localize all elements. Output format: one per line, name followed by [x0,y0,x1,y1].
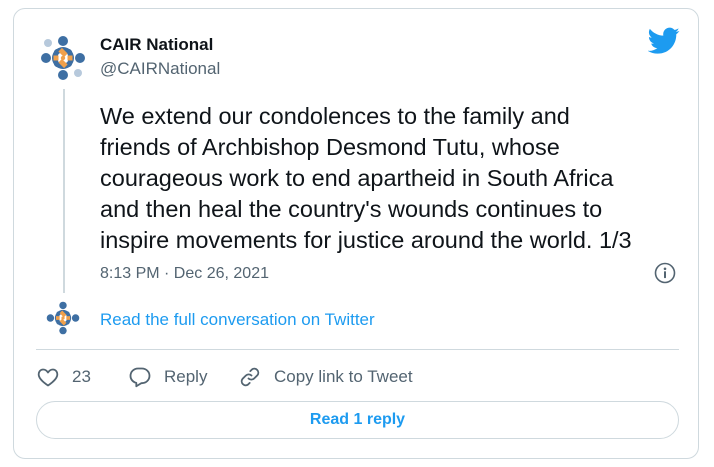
thread-connector-line [63,89,65,293]
author-avatar[interactable] [36,31,90,85]
tweet-text-line: courageous work to end apartheid in Sout… [100,165,614,191]
tweet-card: CAIR National @CAIRNational We extend ou… [13,8,699,459]
copy-link-label: Copy link to Tweet [274,367,413,386]
author-display-name[interactable]: CAIR National [100,35,213,55]
tweet-timestamp[interactable]: 8:13 PM · Dec 26, 2021 [100,264,269,284]
reply-label: Reply [164,367,208,386]
tweet-text-line: inspire movements for justice around the… [100,227,632,253]
author-handle[interactable]: @CAIRNational [100,59,220,79]
read-full-conversation-link[interactable]: Read the full conversation on Twitter [100,310,375,330]
like-count: 23 [72,367,91,386]
tweet-text: We extend our condolences to the family … [100,101,690,256]
conversation-avatar[interactable] [43,298,83,338]
info-icon[interactable] [654,262,676,284]
reply-button[interactable]: Reply [128,365,207,389]
heart-icon [37,368,59,387]
speech-bubble-icon [129,367,151,388]
tweet-text-line: friends of Archbishop Desmond Tutu, whos… [100,134,560,160]
divider [36,349,679,350]
tweet-text-line: We extend our condolences to the family … [100,103,570,129]
like-button[interactable]: 23 [36,365,91,389]
twitter-bird-icon[interactable] [647,27,680,55]
link-icon [240,367,260,387]
read-reply-button[interactable]: Read 1 reply [36,401,679,439]
copy-link-button[interactable]: Copy link to Tweet [238,365,413,389]
tweet-text-line: and then heal the country's wounds conti… [100,196,603,222]
